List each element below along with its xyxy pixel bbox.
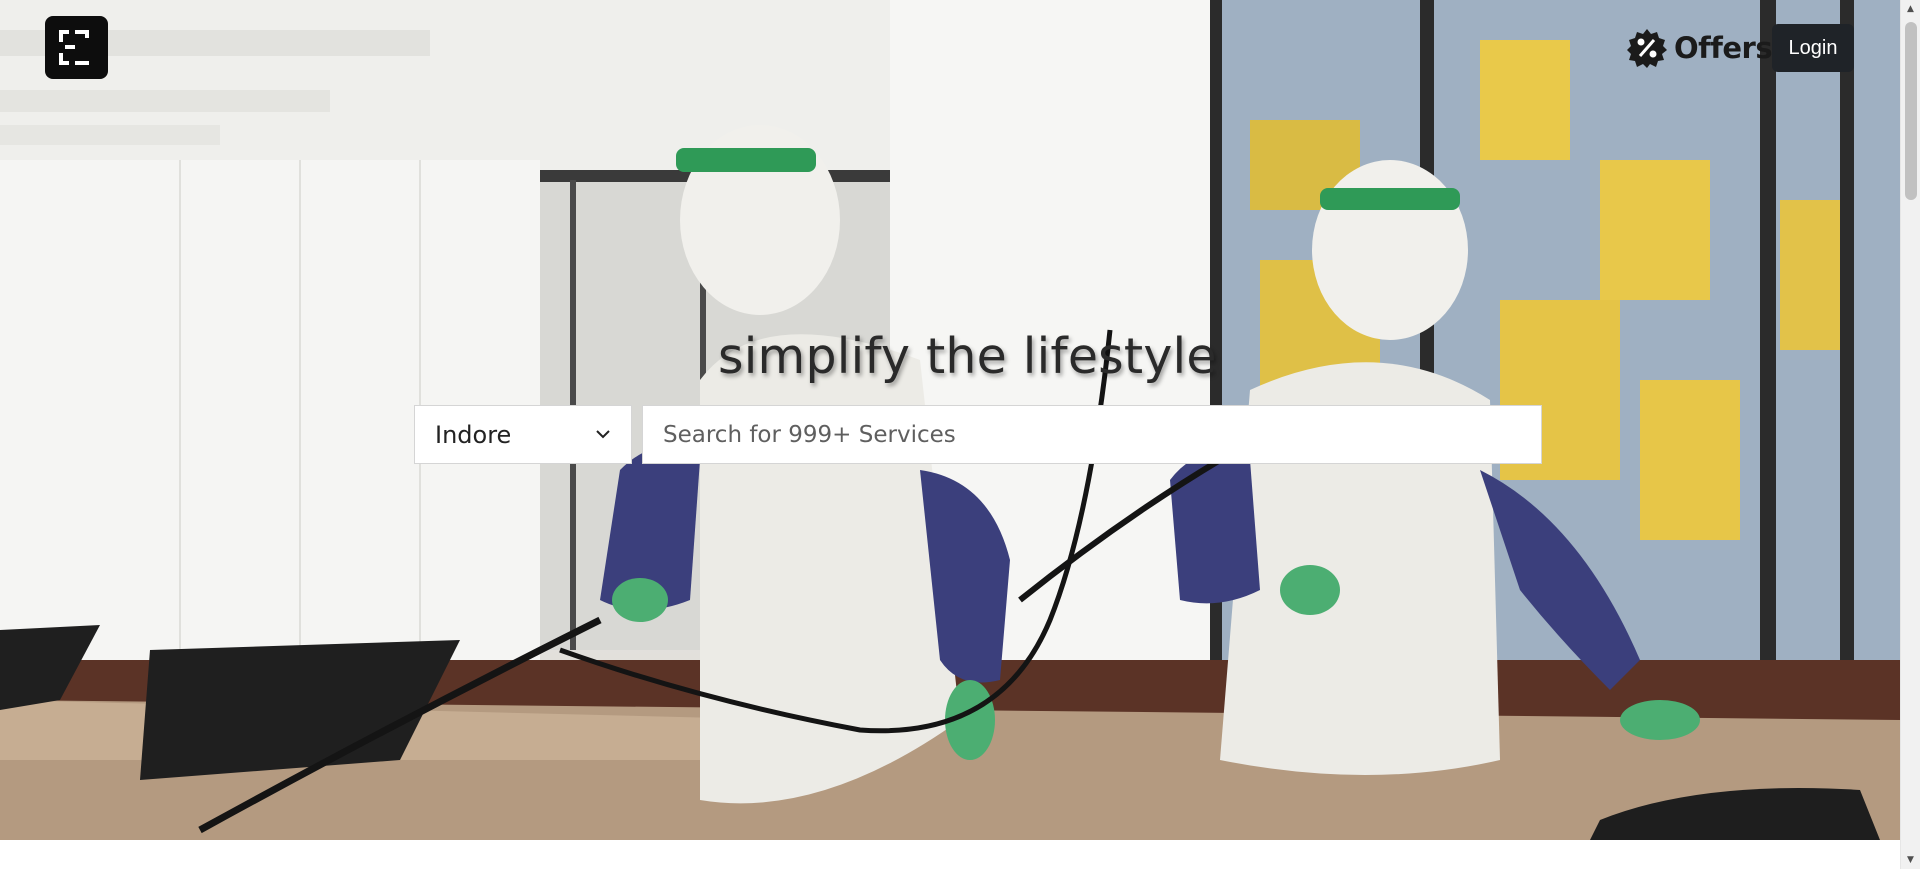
- chevron-down-icon: [595, 426, 611, 442]
- city-select-value: Indore: [435, 420, 512, 449]
- page-scrollbar[interactable]: ▲ ▼: [1900, 0, 1920, 869]
- percent-badge-icon: [1626, 27, 1668, 69]
- page: Offers Login simplify the lifestyle Indo…: [0, 0, 1920, 869]
- brand-logo-icon[interactable]: [45, 16, 108, 79]
- scroll-down-icon[interactable]: ▼: [1901, 851, 1920, 869]
- scroll-up-icon[interactable]: ▲: [1901, 0, 1920, 18]
- offers-label: Offers: [1674, 31, 1773, 65]
- hero-tagline: simplify the lifestyle: [718, 328, 1217, 385]
- city-select[interactable]: Indore: [414, 405, 632, 464]
- offers-link[interactable]: Offers: [1626, 24, 1773, 72]
- content-area: [0, 840, 1900, 869]
- login-button[interactable]: Login: [1772, 24, 1854, 72]
- scrollbar-thumb[interactable]: [1905, 22, 1917, 200]
- service-search-input[interactable]: [642, 405, 1542, 464]
